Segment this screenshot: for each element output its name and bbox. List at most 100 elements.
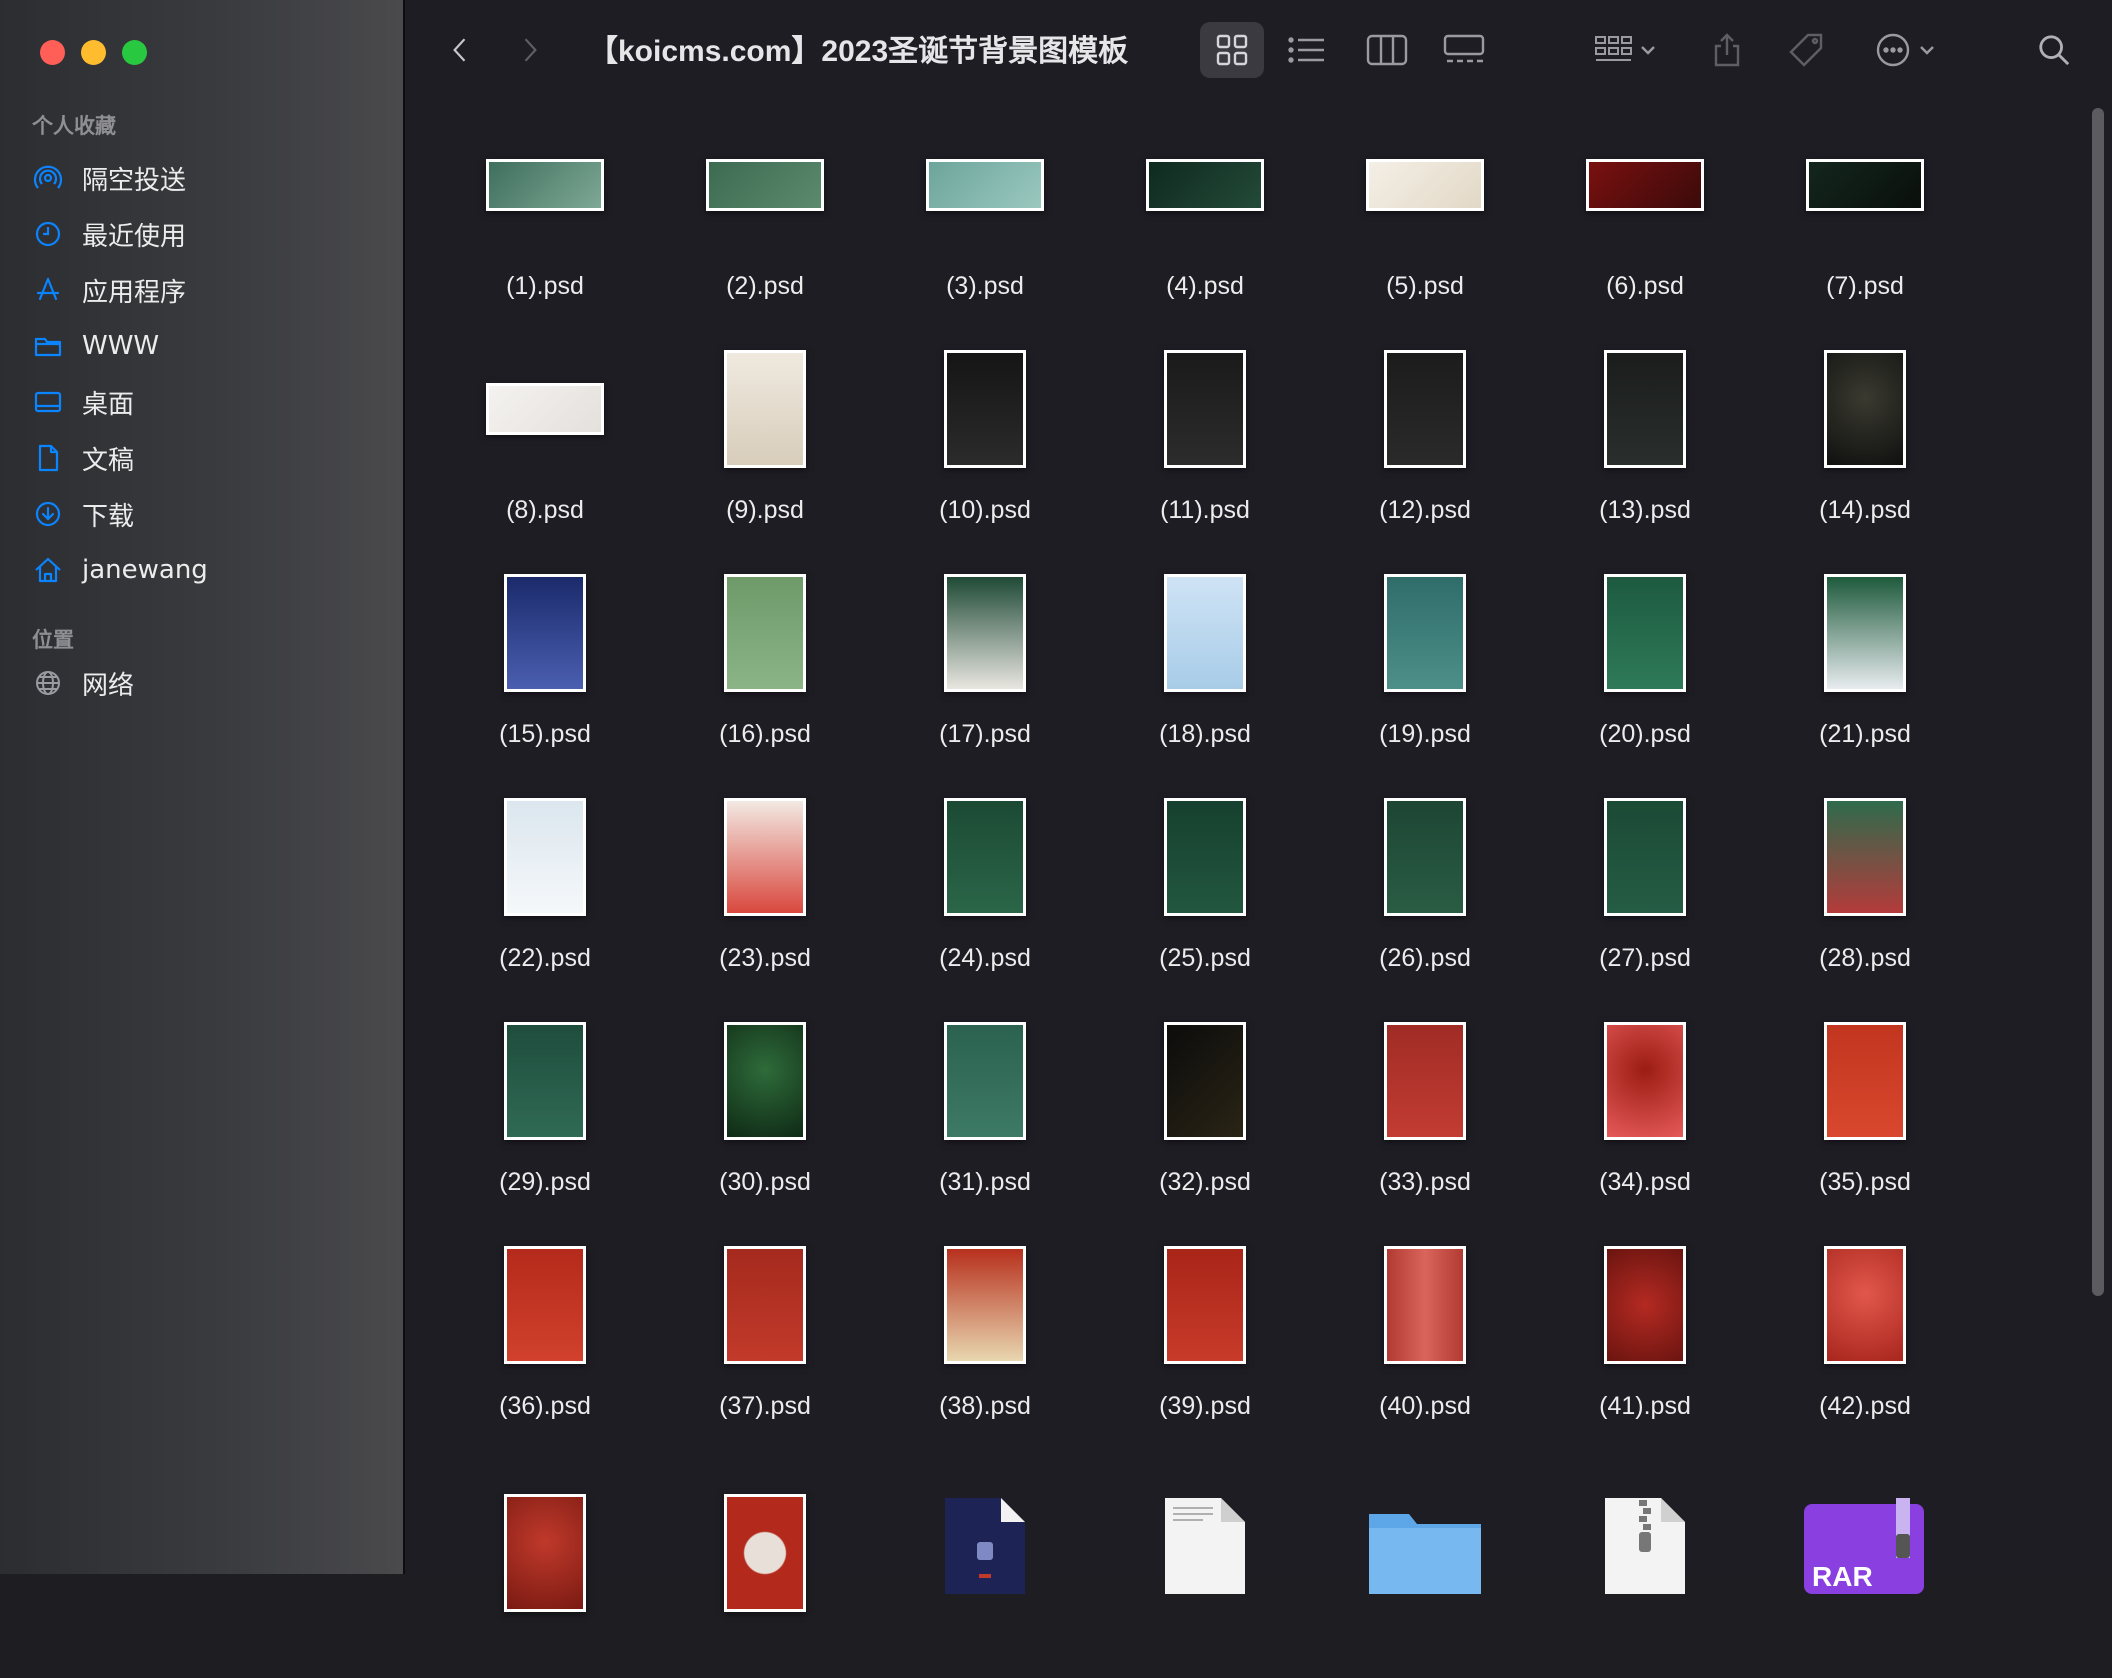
sidebar-item-recents[interactable]: 最近使用 xyxy=(32,206,208,262)
sidebar-item-home[interactable]: janewang xyxy=(32,542,208,598)
file-thumbnail xyxy=(1604,574,1686,692)
psd-thumbnail-icon xyxy=(435,1454,655,1644)
sidebar-item-label: janewang xyxy=(82,555,208,585)
thumbnail-wrapper xyxy=(435,782,655,932)
file-item[interactable]: (16).psd xyxy=(655,558,875,782)
file-item[interactable]: (5).psd xyxy=(1315,110,1535,334)
file-item[interactable]: (21).psd xyxy=(1755,558,1975,782)
file-item[interactable]: (17).psd xyxy=(875,558,1095,782)
list-view-button[interactable] xyxy=(1278,22,1336,78)
file-thumbnail xyxy=(1164,1246,1246,1364)
file-item[interactable] xyxy=(1315,1454,1535,1678)
file-item[interactable]: (9).psd xyxy=(655,334,875,558)
thumbnail-wrapper xyxy=(875,558,1095,708)
vertical-scrollbar[interactable] xyxy=(2092,108,2104,1296)
file-item[interactable]: (15).psd xyxy=(435,558,655,782)
thumbnail-wrapper xyxy=(655,334,875,484)
file-item[interactable]: (11).psd xyxy=(1095,334,1315,558)
file-item[interactable]: (22).psd xyxy=(435,782,655,1006)
file-item[interactable]: (39).psd xyxy=(1095,1230,1315,1454)
file-thumbnail xyxy=(1824,350,1906,468)
file-item[interactable]: (24).psd xyxy=(875,782,1095,1006)
thumbnail-wrapper xyxy=(1315,558,1535,708)
file-item[interactable]: (36).psd xyxy=(435,1230,655,1454)
file-item[interactable]: (7).psd xyxy=(1755,110,1975,334)
file-name: (29).psd xyxy=(499,1168,591,1196)
file-item[interactable]: (14).psd xyxy=(1755,334,1975,558)
file-item[interactable]: (8).psd xyxy=(435,334,655,558)
sidebar-item-applications[interactable]: 应用程序 xyxy=(32,262,208,318)
file-item[interactable]: (6).psd xyxy=(1535,110,1755,334)
file-thumbnail xyxy=(724,574,806,692)
thumbnail-image xyxy=(507,1025,583,1137)
file-item[interactable]: (1).psd xyxy=(435,110,655,334)
gallery-view-button[interactable] xyxy=(1435,22,1493,78)
file-item[interactable]: (18).psd xyxy=(1095,558,1315,782)
sidebar-item-www[interactable]: WWW xyxy=(32,318,208,374)
thumbnail-image xyxy=(507,801,583,913)
search-button[interactable] xyxy=(2031,26,2077,74)
share-button[interactable] xyxy=(1702,22,1752,78)
icon-view-button[interactable] xyxy=(1200,22,1264,78)
thumbnail-wrapper xyxy=(875,1006,1095,1156)
file-item[interactable]: (19).psd xyxy=(1315,558,1535,782)
file-item[interactable]: (35).psd xyxy=(1755,1006,1975,1230)
file-item[interactable] xyxy=(1535,1454,1755,1678)
file-item[interactable]: (2).psd xyxy=(655,110,875,334)
sidebar-item-network[interactable]: 网络 xyxy=(32,655,134,711)
file-item[interactable]: (4).psd xyxy=(1095,110,1315,334)
file-item[interactable]: (10).psd xyxy=(875,334,1095,558)
file-item[interactable] xyxy=(875,1454,1095,1678)
file-item[interactable]: RAR xyxy=(1755,1454,1975,1678)
psd-thumbnail-icon xyxy=(655,1454,875,1644)
file-thumbnail xyxy=(504,574,586,692)
file-item[interactable]: (38).psd xyxy=(875,1230,1095,1454)
file-item[interactable]: (40).psd xyxy=(1315,1230,1535,1454)
sidebar-item-desktop[interactable]: 桌面 xyxy=(32,374,208,430)
file-item[interactable]: (42).psd xyxy=(1755,1230,1975,1454)
gallery-view-icon xyxy=(1443,34,1485,63)
file-thumbnail xyxy=(1384,1022,1466,1140)
file-item[interactable]: (13).psd xyxy=(1535,334,1755,558)
thumbnail-wrapper xyxy=(1755,558,1975,708)
file-name: (4).psd xyxy=(1166,272,1244,300)
group-by-button[interactable] xyxy=(1585,22,1665,78)
forward-button[interactable] xyxy=(515,32,545,68)
sidebar-item-downloads[interactable]: 下载 xyxy=(32,486,208,542)
file-item[interactable]: (41).psd xyxy=(1535,1230,1755,1454)
home-icon xyxy=(32,554,64,586)
file-item[interactable]: (12).psd xyxy=(1315,334,1535,558)
zoom-window-button[interactable] xyxy=(122,40,147,65)
file-item[interactable]: (3).psd xyxy=(875,110,1095,334)
file-item[interactable]: (27).psd xyxy=(1535,782,1755,1006)
file-name: (30).psd xyxy=(719,1168,811,1196)
file-item[interactable]: (28).psd xyxy=(1755,782,1975,1006)
file-item[interactable]: (29).psd xyxy=(435,1006,655,1230)
file-thumbnail xyxy=(1384,574,1466,692)
thumbnail-image xyxy=(727,577,803,689)
file-item[interactable]: (25).psd xyxy=(1095,782,1315,1006)
minimize-window-button[interactable] xyxy=(81,40,106,65)
file-item[interactable]: (20).psd xyxy=(1535,558,1755,782)
file-item[interactable] xyxy=(655,1454,875,1678)
more-actions-button[interactable] xyxy=(1865,22,1945,78)
file-item[interactable]: (23).psd xyxy=(655,782,875,1006)
file-item[interactable]: (32).psd xyxy=(1095,1006,1315,1230)
file-item[interactable]: (26).psd xyxy=(1315,782,1535,1006)
file-name: (9).psd xyxy=(726,496,804,524)
file-item[interactable]: (31).psd xyxy=(875,1006,1095,1230)
file-name: (40).psd xyxy=(1379,1392,1471,1420)
column-view-button[interactable] xyxy=(1358,22,1416,78)
file-item[interactable] xyxy=(435,1454,655,1678)
file-item[interactable]: (34).psd xyxy=(1535,1006,1755,1230)
sidebar-item-airdrop[interactable]: 隔空投送 xyxy=(32,150,208,206)
tags-button[interactable] xyxy=(1777,22,1835,78)
thumbnail-wrapper xyxy=(655,1230,875,1380)
file-item[interactable]: (37).psd xyxy=(655,1230,875,1454)
file-item[interactable]: (30).psd xyxy=(655,1006,875,1230)
file-item[interactable]: (33).psd xyxy=(1315,1006,1535,1230)
file-item[interactable] xyxy=(1095,1454,1315,1678)
close-window-button[interactable] xyxy=(40,40,65,65)
sidebar-item-documents[interactable]: 文稿 xyxy=(32,430,208,486)
back-button[interactable] xyxy=(445,32,475,68)
